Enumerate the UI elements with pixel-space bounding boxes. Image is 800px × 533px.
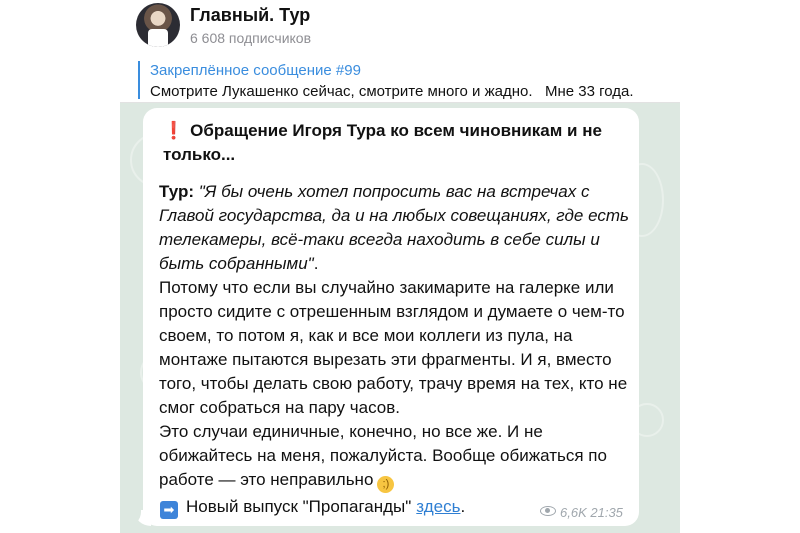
- quote-author: Тур:: [159, 182, 195, 201]
- channel-header[interactable]: Главный. Тур 6 608 подписчиков: [120, 0, 680, 55]
- quote-text: "Я бы очень хотел попросить вас на встре…: [159, 182, 629, 273]
- pinned-indicator: [138, 61, 140, 99]
- footer-text: Новый выпуск "Пропаганды": [186, 497, 412, 516]
- message-footer: ➡ Новый выпуск "Пропаганды" здесь.: [160, 497, 465, 519]
- message-title-text: Обращение Игоря Тура ко всем чиновникам …: [163, 121, 602, 164]
- pinned-title: Закреплённое сообщение #99: [150, 62, 361, 79]
- wink-emoji-icon: ;): [377, 476, 395, 493]
- channel-avatar[interactable]: [136, 3, 180, 47]
- channel-title[interactable]: Главный. Тур: [190, 5, 310, 26]
- message-title: ❗ Обращение Игоря Тура ко всем чиновникам…: [163, 119, 623, 167]
- message-paragraph-2: Это случаи единичные, конечно, но все же…: [159, 420, 629, 493]
- message-time: 21:35: [590, 505, 623, 520]
- view-count: 6,6K: [560, 505, 587, 520]
- message-quote: Тур: "Я бы очень хотел попросить вас на …: [159, 180, 629, 276]
- here-link[interactable]: здесь: [416, 497, 460, 516]
- message-meta: 6,6K 21:35: [540, 505, 623, 520]
- eye-icon: [540, 506, 556, 516]
- quote-end: .: [313, 254, 319, 273]
- subscriber-count: 6 608 подписчиков: [190, 30, 312, 46]
- footer-end: .: [460, 497, 466, 516]
- pinned-text: Смотрите Лукашенко сейчас, смотрите мног…: [150, 83, 634, 100]
- message-paragraph-1: Потому что если вы случайно закимарите н…: [159, 278, 628, 417]
- exclamation-icon: ❗: [163, 121, 185, 140]
- arrow-right-icon: ➡: [160, 501, 178, 519]
- pinned-message-bar[interactable]: Закреплённое сообщение #99 Смотрите Лука…: [120, 58, 680, 103]
